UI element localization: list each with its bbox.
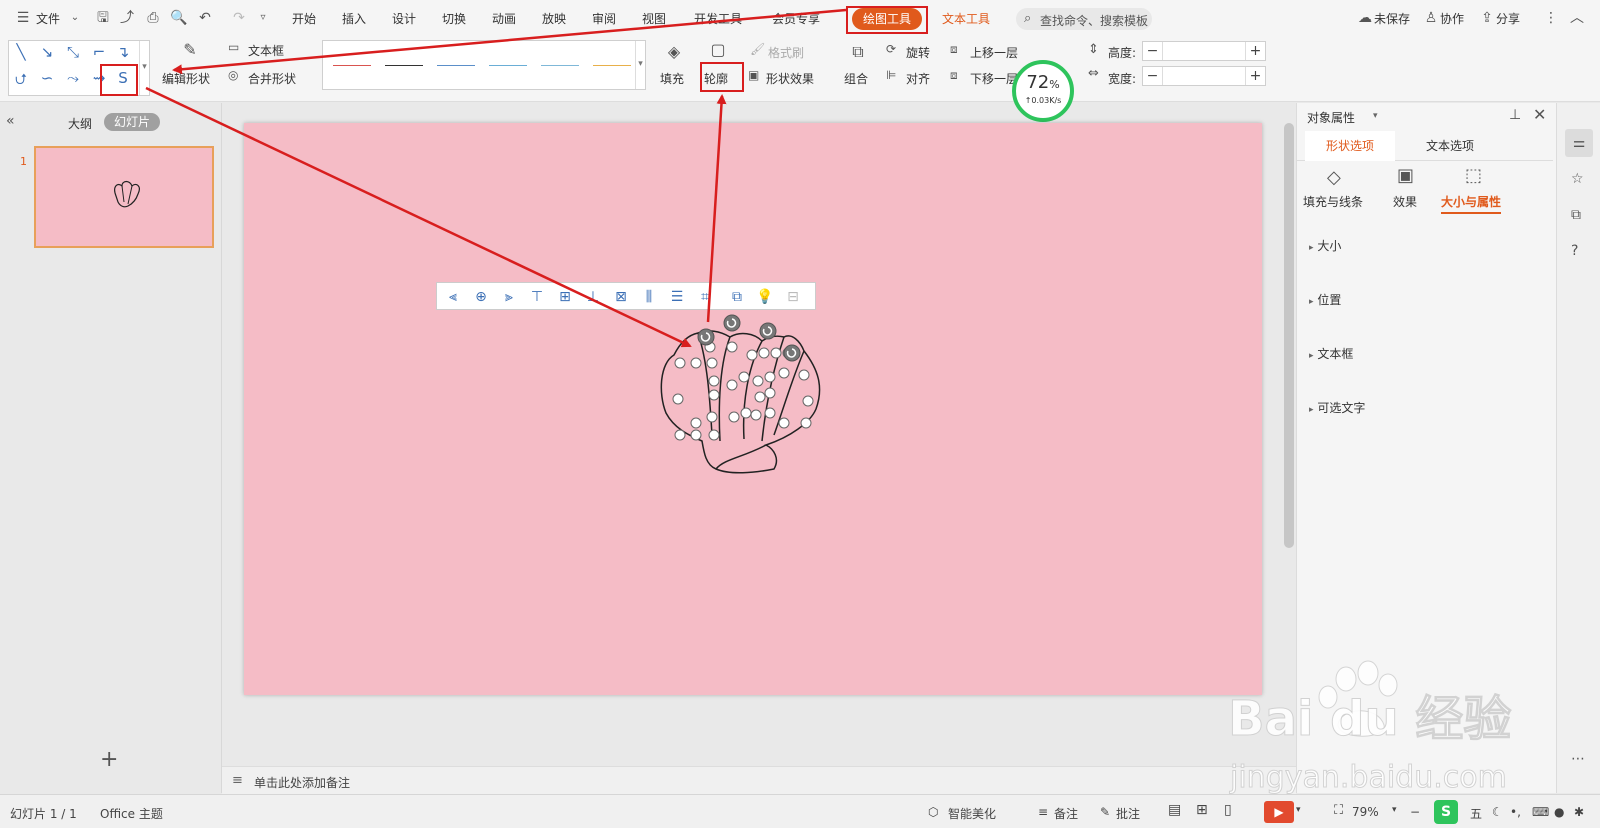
panel-title-dropdown-icon[interactable]: ▾ bbox=[1373, 111, 1378, 121]
expand-icon: ▸ bbox=[1309, 405, 1314, 415]
zoom-out-icon[interactable]: − bbox=[1410, 805, 1420, 819]
play-dropdown-icon[interactable]: ▾ bbox=[1296, 805, 1301, 815]
watermark-brand: Bai du 经验 bbox=[1228, 691, 1511, 747]
reading-view-icon[interactable]: ▯ bbox=[1224, 802, 1232, 818]
notes-placeholder[interactable]: 单击此处添加备注 bbox=[254, 774, 350, 791]
expand-icon: ▸ bbox=[1309, 351, 1314, 361]
punctuation-icon[interactable]: •, bbox=[1510, 805, 1521, 819]
transition-icon[interactable]: ⧉ bbox=[1571, 207, 1581, 223]
user-icon[interactable]: ● bbox=[1554, 805, 1564, 819]
settings-icon[interactable]: ✱ bbox=[1574, 805, 1584, 819]
tab-shape-options[interactable]: 形状选项 bbox=[1305, 131, 1395, 161]
expand-icon: ▸ bbox=[1309, 243, 1314, 253]
animation-icon[interactable]: ☆ bbox=[1571, 171, 1584, 187]
notes-icon: ≡ bbox=[232, 773, 243, 788]
input-method-icon[interactable]: S bbox=[1434, 800, 1458, 824]
watermark-url: jingyan.baidu.com bbox=[1229, 760, 1507, 795]
comment-icon: ✎ bbox=[1100, 805, 1111, 819]
fill-line-icon: ◇ bbox=[1327, 167, 1341, 188]
side-toolbar: ⚌ ☆ ⧉ ? ⋯ bbox=[1556, 103, 1600, 793]
keyboard-icon[interactable]: ⌨ bbox=[1532, 805, 1549, 819]
close-icon[interactable]: ✕ bbox=[1533, 105, 1546, 124]
ime-mode-icon[interactable]: 五 bbox=[1470, 805, 1482, 822]
subtab-size-property[interactable]: 大小与属性 bbox=[1441, 193, 1502, 214]
section-textbox[interactable]: ▸ 文本框 bbox=[1309, 345, 1353, 362]
subtab-fill-line[interactable]: 填充与线条 bbox=[1303, 193, 1363, 210]
effect-icon: ▣ bbox=[1397, 165, 1415, 186]
notes-toggle-button[interactable]: 备注 bbox=[1054, 805, 1078, 822]
zoom-dropdown-icon[interactable]: ▾ bbox=[1392, 805, 1397, 815]
subtab-effect[interactable]: 效果 bbox=[1393, 193, 1417, 210]
zoom-level[interactable]: 79% bbox=[1352, 805, 1379, 819]
baidu-jingyan-watermark: Bai du 经验 jingyan.baidu.com bbox=[1228, 660, 1512, 795]
notes-toggle-icon: ≡ bbox=[1038, 805, 1049, 819]
beautify-icon: ⬡ bbox=[928, 805, 939, 819]
arrow-to-shape bbox=[145, 86, 692, 348]
slide-count: 幻灯片 1 / 1 bbox=[10, 807, 77, 821]
section-size[interactable]: ▸ 大小 bbox=[1309, 237, 1341, 254]
theme-name[interactable]: Office 主题 bbox=[100, 805, 163, 822]
section-position[interactable]: ▸ 位置 bbox=[1309, 291, 1341, 308]
more-options-icon[interactable]: ⋯ bbox=[1571, 751, 1585, 767]
smart-beautify-button[interactable]: 智能美化 bbox=[948, 805, 996, 822]
pin-icon[interactable]: ⊥ bbox=[1509, 107, 1521, 123]
arrow-to-outline bbox=[706, 94, 727, 323]
status-bar: 幻灯片 1 / 1 Office 主题 ⬡ 智能美化 ≡ 备注 ✎ 批注 ▤ ⊞… bbox=[0, 794, 1600, 828]
sorter-view-icon[interactable]: ⊞ bbox=[1196, 802, 1208, 818]
tab-text-options[interactable]: 文本选项 bbox=[1405, 131, 1495, 161]
properties-icon[interactable]: ⚌ bbox=[1565, 129, 1593, 157]
comments-button[interactable]: 批注 bbox=[1116, 805, 1140, 822]
section-alt-text[interactable]: ▸ 可选文字 bbox=[1309, 399, 1365, 416]
expand-icon: ▸ bbox=[1309, 297, 1314, 307]
size-property-icon: ⬚ bbox=[1465, 165, 1483, 186]
notes-bar[interactable]: ≡ 单击此处添加备注 bbox=[222, 766, 1296, 794]
normal-view-icon[interactable]: ▤ bbox=[1168, 802, 1181, 818]
moon-icon[interactable]: ☾ bbox=[1492, 805, 1503, 819]
fit-window-icon[interactable]: ⛶ bbox=[1334, 803, 1343, 818]
panel-tabs: 形状选项 文本选项 bbox=[1297, 131, 1553, 161]
play-slideshow-button[interactable]: ▶ bbox=[1264, 801, 1294, 823]
arrow-to-scribble bbox=[172, 8, 847, 75]
help-icon[interactable]: ? bbox=[1571, 243, 1578, 259]
panel-title[interactable]: 对象属性 bbox=[1307, 109, 1355, 126]
